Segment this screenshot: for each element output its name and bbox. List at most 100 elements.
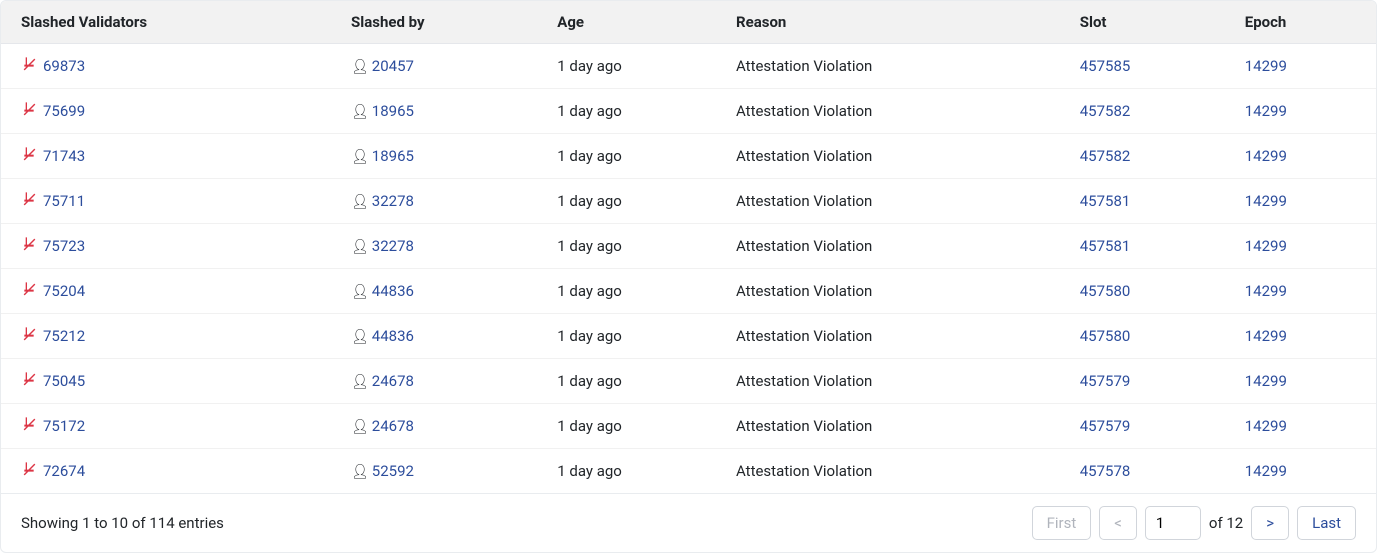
header-slot: Slot — [1060, 1, 1225, 44]
slashed-icon — [21, 326, 37, 346]
table-row: 75212 👤︎44836 1 day agoAttestation Violati… — [1, 314, 1376, 359]
person-icon: 👤︎ — [351, 419, 369, 435]
showing-entries-text: Showing 1 to 10 of 114 entries — [21, 514, 224, 532]
age-text: 1 day ago — [537, 134, 716, 179]
epoch-link[interactable]: 14299 — [1245, 192, 1287, 210]
validator-link[interactable]: 75172 — [43, 417, 85, 435]
epoch-link[interactable]: 14299 — [1245, 57, 1287, 75]
reason-text: Attestation Violation — [716, 404, 1060, 449]
prev-page-button[interactable]: < — [1099, 506, 1137, 540]
validator-link[interactable]: 71743 — [43, 147, 85, 165]
slashedby-link[interactable]: 44836 — [372, 327, 414, 345]
slot-link[interactable]: 457578 — [1080, 462, 1131, 480]
reason-text: Attestation Violation — [716, 449, 1060, 494]
slashed-validators-table: Slashed Validators Slashed by Age Reason… — [0, 0, 1377, 553]
table-row: 69873 👤︎20457 1 day agoAttestation Violati… — [1, 44, 1376, 89]
reason-text: Attestation Violation — [716, 134, 1060, 179]
slashed-icon — [21, 461, 37, 481]
slashedby-link[interactable]: 44836 — [372, 282, 414, 300]
person-icon: 👤︎ — [351, 374, 369, 390]
epoch-link[interactable]: 14299 — [1245, 237, 1287, 255]
epoch-link[interactable]: 14299 — [1245, 147, 1287, 165]
table-footer: Showing 1 to 10 of 114 entries First < o… — [1, 494, 1376, 552]
validator-link[interactable]: 75212 — [43, 327, 85, 345]
table-row: 71743 👤︎18965 1 day agoAttestation Violati… — [1, 134, 1376, 179]
pagination: First < of 12 > Last — [1032, 506, 1356, 540]
reason-text: Attestation Violation — [716, 179, 1060, 224]
slashed-icon — [21, 56, 37, 76]
slot-link[interactable]: 457585 — [1080, 57, 1131, 75]
age-text: 1 day ago — [537, 179, 716, 224]
person-icon: 👤︎ — [351, 329, 369, 345]
slashedby-link[interactable]: 24678 — [372, 372, 414, 390]
age-text: 1 day ago — [537, 449, 716, 494]
table-row: 75045 👤︎24678 1 day agoAttestation Violati… — [1, 359, 1376, 404]
slashedby-link[interactable]: 18965 — [372, 102, 414, 120]
slot-link[interactable]: 457579 — [1080, 372, 1131, 390]
epoch-link[interactable]: 14299 — [1245, 102, 1287, 120]
epoch-link[interactable]: 14299 — [1245, 417, 1287, 435]
header-validator: Slashed Validators — [1, 1, 331, 44]
person-icon: 👤︎ — [351, 104, 369, 120]
person-icon: 👤︎ — [351, 149, 369, 165]
age-text: 1 day ago — [537, 404, 716, 449]
age-text: 1 day ago — [537, 44, 716, 89]
reason-text: Attestation Violation — [716, 44, 1060, 89]
person-icon: 👤︎ — [351, 194, 369, 210]
age-text: 1 day ago — [537, 89, 716, 134]
slot-link[interactable]: 457582 — [1080, 102, 1131, 120]
reason-text: Attestation Violation — [716, 359, 1060, 404]
age-text: 1 day ago — [537, 359, 716, 404]
reason-text: Attestation Violation — [716, 224, 1060, 269]
slashed-icon — [21, 281, 37, 301]
table-row: 75172 👤︎24678 1 day agoAttestation Violati… — [1, 404, 1376, 449]
slot-link[interactable]: 457580 — [1080, 282, 1131, 300]
first-page-button[interactable]: First — [1032, 506, 1092, 540]
slashed-icon — [21, 416, 37, 436]
person-icon: 👤︎ — [351, 59, 369, 75]
table-header-row: Slashed Validators Slashed by Age Reason… — [1, 1, 1376, 44]
validator-link[interactable]: 69873 — [43, 57, 85, 75]
table-row: 75723👤︎322781 day agoAttestation Violati… — [1, 224, 1376, 269]
validator-link[interactable]: 75204 — [43, 282, 85, 300]
validator-link[interactable]: 75711 — [43, 192, 85, 210]
validator-link[interactable]: 75045 — [43, 372, 85, 390]
slashedby-link[interactable]: 24678 — [372, 417, 414, 435]
epoch-link[interactable]: 14299 — [1245, 327, 1287, 345]
epoch-link[interactable]: 14299 — [1245, 372, 1287, 390]
epoch-link[interactable]: 14299 — [1245, 462, 1287, 480]
validator-link[interactable]: 72674 — [43, 462, 85, 480]
page-total-text: of 12 — [1209, 514, 1243, 532]
slashedby-link[interactable]: 32278 — [372, 192, 414, 210]
next-page-button[interactable]: > — [1251, 506, 1289, 540]
table-row: 72674👤︎525921 day agoAttestation Violati… — [1, 449, 1376, 494]
last-page-button[interactable]: Last — [1297, 506, 1356, 540]
slashed-icon — [21, 191, 37, 211]
header-reason: Reason — [716, 1, 1060, 44]
table-row: 75204👤︎448361 day agoAttestation Violati… — [1, 269, 1376, 314]
slashedby-link[interactable]: 32278 — [372, 237, 414, 255]
header-age: Age — [537, 1, 716, 44]
header-slashedby: Slashed by — [331, 1, 537, 44]
page-number-input[interactable] — [1145, 506, 1201, 540]
person-icon: 👤︎ — [351, 284, 369, 300]
table-row: 75711 👤︎32278 1 day agoAttestation Violati… — [1, 179, 1376, 224]
slashedby-link[interactable]: 20457 — [372, 57, 414, 75]
slot-link[interactable]: 457580 — [1080, 327, 1131, 345]
slot-link[interactable]: 457582 — [1080, 147, 1131, 165]
validator-link[interactable]: 75699 — [43, 102, 85, 120]
slot-link[interactable]: 457581 — [1080, 237, 1131, 255]
epoch-link[interactable]: 14299 — [1245, 282, 1287, 300]
age-text: 1 day ago — [537, 224, 716, 269]
validator-link[interactable]: 75723 — [43, 237, 85, 255]
slashedby-link[interactable]: 52592 — [372, 462, 414, 480]
age-text: 1 day ago — [537, 314, 716, 359]
slashedby-link[interactable]: 18965 — [372, 147, 414, 165]
slot-link[interactable]: 457581 — [1080, 192, 1131, 210]
reason-text: Attestation Violation — [716, 89, 1060, 134]
table-row: 75699 👤︎18965 1 day agoAttestation Violati… — [1, 89, 1376, 134]
age-text: 1 day ago — [537, 269, 716, 314]
slot-link[interactable]: 457579 — [1080, 417, 1131, 435]
header-epoch: Epoch — [1225, 1, 1376, 44]
reason-text: Attestation Violation — [716, 314, 1060, 359]
